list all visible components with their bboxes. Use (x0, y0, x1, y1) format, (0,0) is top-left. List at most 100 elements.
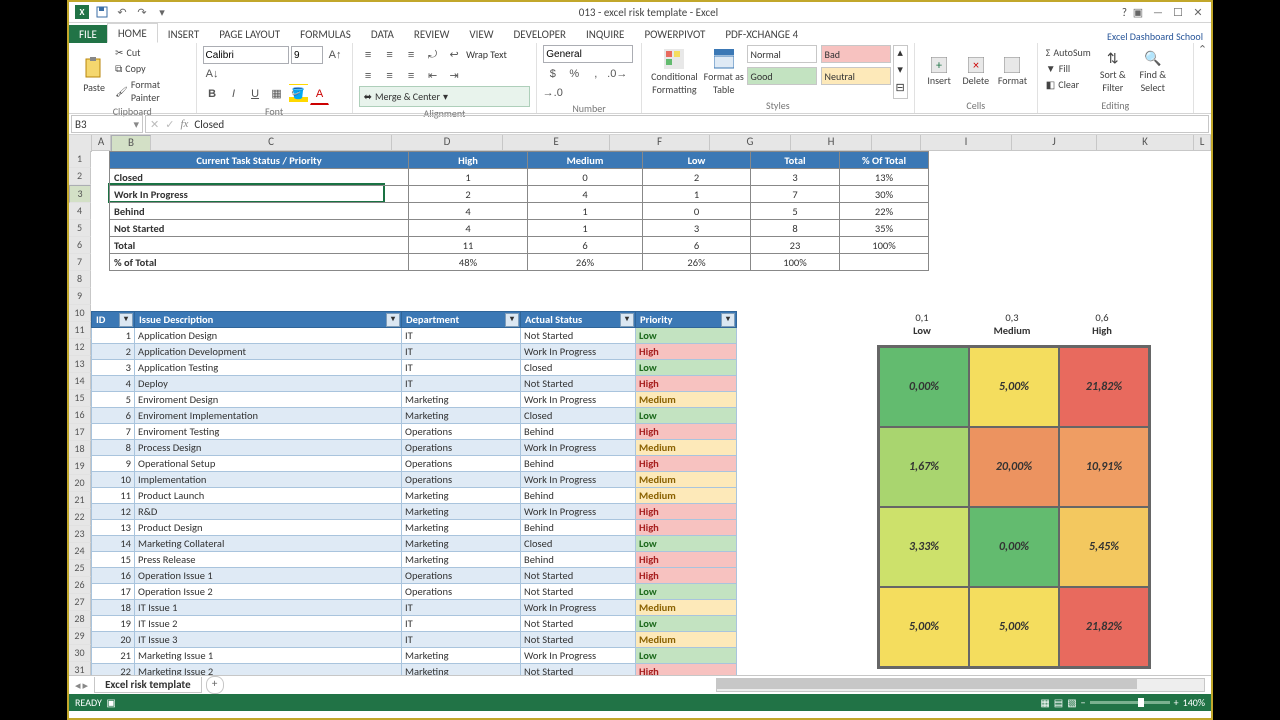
row-header-12[interactable]: 12 (69, 339, 91, 356)
underline-icon[interactable]: U (246, 85, 265, 104)
col-header-D[interactable]: D (392, 135, 503, 151)
table-row[interactable]: 15Press ReleaseMarketingBehindHigh (92, 552, 737, 568)
align-left-icon[interactable]: ≡ (359, 67, 378, 86)
sort-filter-button[interactable]: ⇅Sort & Filter (1093, 45, 1133, 99)
row-header-29[interactable]: 29 (69, 628, 91, 645)
cut-button[interactable]: ✂Cut (113, 45, 189, 60)
table-row[interactable]: 10ImplementationOperationsWork In Progre… (92, 472, 737, 488)
tab-pdf-xchange-4[interactable]: PDF-XChange 4 (715, 25, 808, 43)
row-header-9[interactable]: 9 (69, 288, 91, 305)
wrap-text-icon[interactable]: ↩ (445, 45, 464, 64)
filter-dropdown-icon[interactable]: ▾ (505, 313, 519, 327)
tab-file[interactable]: FILE (69, 25, 107, 43)
table-row[interactable]: 19IT Issue 2ITNot StartedLow (92, 616, 737, 632)
autosum-button[interactable]: ΣAutoSum (1044, 45, 1093, 60)
indent-dec-icon[interactable]: ⇤ (423, 66, 442, 85)
fill-button[interactable]: ▼Fill (1044, 61, 1093, 76)
decrease-font-icon[interactable]: A↓ (203, 64, 222, 83)
tab-home[interactable]: HOME (107, 23, 158, 43)
formula-input[interactable]: Closed (194, 118, 1204, 131)
table-row[interactable]: 11Product LaunchMarketingBehindMedium (92, 488, 737, 504)
row-header-26[interactable]: 26 (69, 577, 91, 594)
style-good[interactable]: Good (747, 67, 817, 85)
col-header-L[interactable]: L (1194, 135, 1211, 151)
table-row[interactable]: 4DeployITNot StartedHigh (92, 376, 737, 392)
col-header-G[interactable]: G (710, 135, 791, 151)
tab-view[interactable]: VIEW (459, 25, 503, 43)
style-bad[interactable]: Bad (821, 45, 891, 63)
row-header-10[interactable]: 10 (69, 305, 91, 322)
table-row[interactable]: 5Enviroment DesignMarketingWork In Progr… (92, 392, 737, 408)
col-header-J[interactable]: J (1012, 135, 1097, 151)
save-icon[interactable] (93, 3, 111, 21)
delete-cells-button[interactable]: ×Delete (957, 45, 994, 99)
tab-inquire[interactable]: INQUIRE (576, 25, 634, 43)
comma-icon[interactable]: , (586, 64, 605, 83)
gallery-more-icon[interactable]: ⊟ (894, 81, 907, 98)
tab-powerpivot[interactable]: POWERPIVOT (634, 25, 715, 43)
zoom-slider[interactable] (1090, 701, 1170, 704)
percent-icon[interactable]: % (565, 64, 584, 83)
orientation-icon[interactable]: ⤾ (423, 46, 442, 65)
merge-center-button[interactable]: ⬌Merge & Center▾ (359, 86, 531, 107)
gallery-down-icon[interactable]: ▾ (894, 63, 907, 80)
row-header-20[interactable]: 20 (69, 475, 91, 492)
style-neutral[interactable]: Neutral (821, 67, 891, 85)
worksheet-grid[interactable]: ABCDEFGHIJKL 123456789101112131415161718… (69, 135, 1211, 675)
col-header-F[interactable]: F (610, 135, 710, 151)
col-header-blank[interactable] (872, 135, 921, 151)
align-top-icon[interactable]: ≡ (359, 46, 378, 65)
font-color-icon[interactable]: A (310, 85, 329, 105)
tab-insert[interactable]: INSERT (158, 25, 210, 43)
dec-decimal-icon[interactable]: →.0 (543, 83, 562, 102)
font-size-select[interactable] (291, 46, 323, 64)
sheet-nav-first-icon[interactable]: ◂ (75, 679, 81, 692)
table-row[interactable]: 9Operational SetupOperationsBehindHigh (92, 456, 737, 472)
number-format-select[interactable] (543, 45, 633, 63)
border-icon[interactable]: ▦ (267, 84, 286, 103)
qat-customize-icon[interactable]: ▾ (153, 3, 171, 21)
clear-button[interactable]: ◧Clear (1044, 77, 1093, 92)
table-row[interactable]: 14Marketing CollateralMarketingClosedLow (92, 536, 737, 552)
zoom-in-icon[interactable]: + (1174, 696, 1179, 709)
row-header-24[interactable]: 24 (69, 543, 91, 560)
tab-page-layout[interactable]: PAGE LAYOUT (209, 25, 290, 43)
tab-review[interactable]: REVIEW (404, 25, 460, 43)
table-row[interactable]: 12R&DMarketingWork In ProgressHigh (92, 504, 737, 520)
new-sheet-button[interactable]: + (206, 676, 224, 694)
cancel-formula-icon[interactable]: ✕ (150, 118, 159, 131)
row-header-25[interactable]: 25 (69, 560, 91, 577)
row-header-7[interactable]: 7 (69, 254, 91, 271)
name-box[interactable]: B3▾ (71, 115, 143, 133)
style-normal[interactable]: Normal (747, 45, 817, 63)
cell-styles-gallery[interactable]: Normal Bad Good Neutral (747, 45, 891, 99)
format-cells-button[interactable]: Format (994, 45, 1031, 99)
italic-icon[interactable]: I (224, 85, 243, 104)
row-header-5[interactable]: 5 (69, 220, 91, 237)
maximize-icon[interactable]: ☐ (1169, 3, 1187, 21)
table-row[interactable]: 13Product DesignMarketingBehindHigh (92, 520, 737, 536)
sheet-tab[interactable]: Excel risk template (94, 677, 202, 693)
align-middle-icon[interactable]: ≡ (380, 46, 399, 65)
fill-color-icon[interactable]: 🪣 (289, 84, 308, 103)
format-as-table-button[interactable]: Format as Table (701, 45, 747, 99)
redo-icon[interactable]: ↷ (133, 3, 151, 21)
tab-developer[interactable]: DEVELOPER (504, 25, 576, 43)
row-header-23[interactable]: 23 (69, 526, 91, 543)
table-row[interactable]: 22Marketing Issue 2MarketingNot StartedH… (92, 664, 737, 676)
font-name-select[interactable] (203, 46, 289, 64)
filter-dropdown-icon[interactable]: ▾ (119, 313, 133, 327)
gallery-up-icon[interactable]: ▴ (894, 46, 907, 63)
bold-icon[interactable]: B (203, 85, 222, 104)
sheet-nav-last-icon[interactable]: ▸ (83, 679, 89, 692)
row-header-18[interactable]: 18 (69, 441, 91, 458)
inc-decimal-icon[interactable]: .0→ (608, 64, 627, 83)
row-header-8[interactable]: 8 (69, 271, 91, 288)
table-row[interactable]: 1Application DesignITNot StartedLow (92, 328, 737, 344)
fx-icon[interactable]: fx (180, 118, 188, 130)
minimize-icon[interactable]: — (1149, 3, 1167, 21)
accept-formula-icon[interactable]: ✓ (165, 118, 174, 131)
collapse-ribbon-icon[interactable]: ⌃ (1194, 43, 1211, 56)
row-header-14[interactable]: 14 (69, 373, 91, 390)
row-header-19[interactable]: 19 (69, 458, 91, 475)
